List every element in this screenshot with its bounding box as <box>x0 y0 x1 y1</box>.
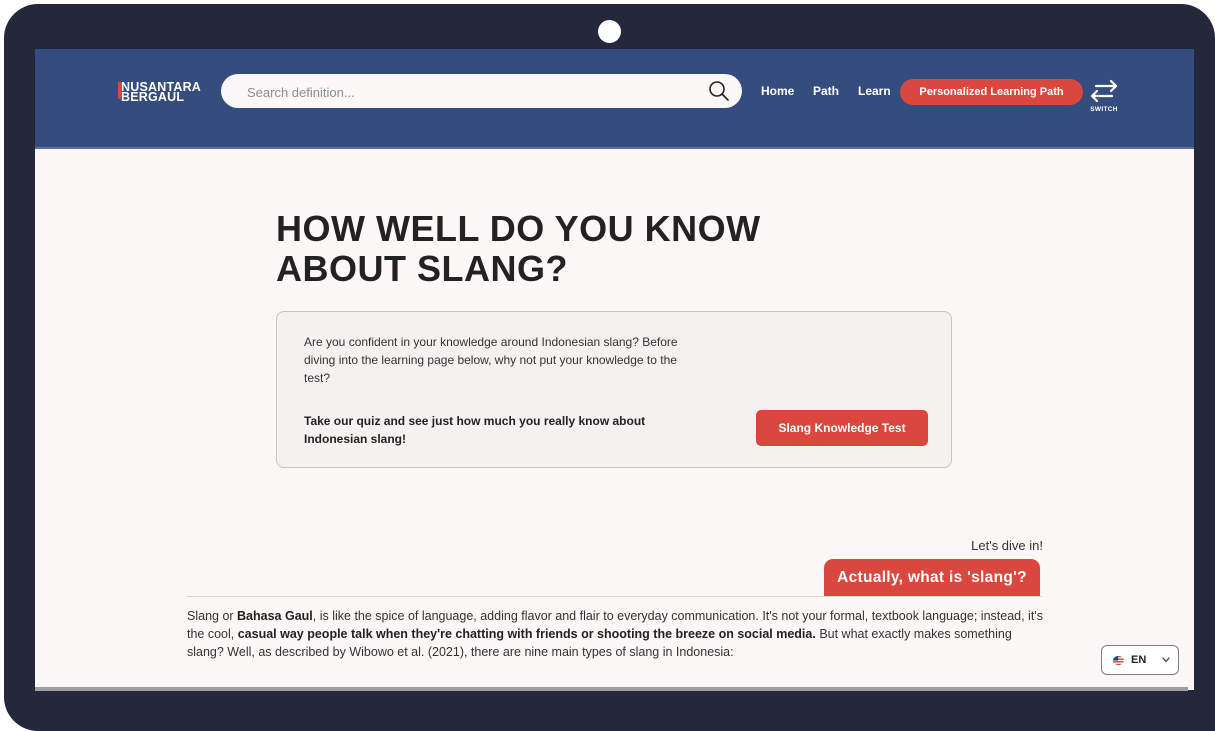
camera-dot <box>598 20 621 43</box>
search-input[interactable] <box>245 80 689 104</box>
logo-mark-icon <box>118 82 121 99</box>
nav-path[interactable]: Path <box>813 84 839 98</box>
switch-label: SWITCH <box>1090 106 1118 113</box>
nav-home[interactable]: Home <box>761 84 794 98</box>
language-code: EN <box>1131 654 1147 666</box>
section-kicker: Let's dive in! <box>971 538 1043 553</box>
search-icon[interactable] <box>708 80 730 102</box>
body-text-part-1: Slang or <box>187 609 238 623</box>
body-bold-bahasa-gaul: Bahasa Gaul <box>237 609 313 623</box>
chevron-down-icon <box>1162 657 1170 663</box>
nav-learn[interactable]: Learn <box>858 84 891 98</box>
body-bold-casual-way: casual way people talk when they're chat… <box>237 627 816 641</box>
page-title-line-2: ABOUT SLANG? <box>276 248 568 289</box>
switch-button[interactable]: SWITCH <box>1087 79 1121 115</box>
quiz-card: Are you confident in your knowledge arou… <box>276 311 952 468</box>
site-header: NUSANTARA BERGAUL Home Path Learn Person… <box>35 49 1194 149</box>
screen-bottom-edge <box>35 687 1188 691</box>
search-bar <box>221 74 742 108</box>
quiz-intro-text: Are you confident in your knowledge arou… <box>304 335 678 385</box>
page-title: HOW WELL DO YOU KNOW ABOUT SLANG? <box>276 209 916 289</box>
section-title-badge: Actually, what is 'slang'? <box>824 559 1040 596</box>
us-flag-icon <box>1113 656 1124 665</box>
slang-definition-paragraph: Slang or Bahasa Gaul, is like the spice … <box>187 607 1047 661</box>
slang-knowledge-test-button[interactable]: Slang Knowledge Test <box>756 410 928 446</box>
section-divider <box>187 596 1042 597</box>
language-selector[interactable]: EN <box>1101 645 1179 675</box>
quiz-cta-text: Take our quiz and see just how much you … <box>304 414 646 446</box>
brand-logo[interactable]: NUSANTARA BERGAUL <box>118 81 201 103</box>
page-title-line-1: HOW WELL DO YOU KNOW <box>276 208 761 249</box>
browser-screen: NUSANTARA BERGAUL Home Path Learn Person… <box>35 49 1194 690</box>
switch-arrows-icon <box>1090 79 1118 103</box>
personalized-learning-path-button[interactable]: Personalized Learning Path <box>900 79 1083 105</box>
